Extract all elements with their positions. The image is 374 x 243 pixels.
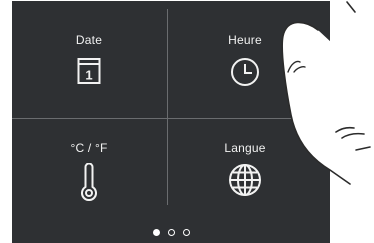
thermometer-icon [78, 162, 100, 206]
tile-heure[interactable]: Heure [168, 1, 322, 111]
page-indicator[interactable] [12, 229, 330, 239]
page-dot-1[interactable] [152, 229, 160, 236]
page-dot-2[interactable] [167, 229, 175, 236]
page-dot-3[interactable] [182, 229, 190, 236]
tile-langue[interactable]: Langue [168, 119, 322, 229]
device-stage: Date 1 Heure °C / °F Langue [0, 0, 374, 243]
tile-temperature-unit[interactable]: °C / °F [12, 119, 166, 229]
tile-date[interactable]: Date 1 [12, 1, 166, 111]
tile-heure-label: Heure [228, 33, 262, 47]
clock-icon [230, 57, 260, 92]
tile-langue-label: Langue [224, 141, 266, 155]
tile-date-label: Date [75, 33, 103, 47]
tile-temperature-label: °C / °F [70, 141, 108, 155]
calendar-icon: 1 [77, 57, 101, 90]
settings-screen: Date 1 Heure °C / °F Langue [12, 1, 330, 243]
globe-icon [228, 163, 262, 202]
calendar-day-number: 1 [85, 68, 92, 83]
